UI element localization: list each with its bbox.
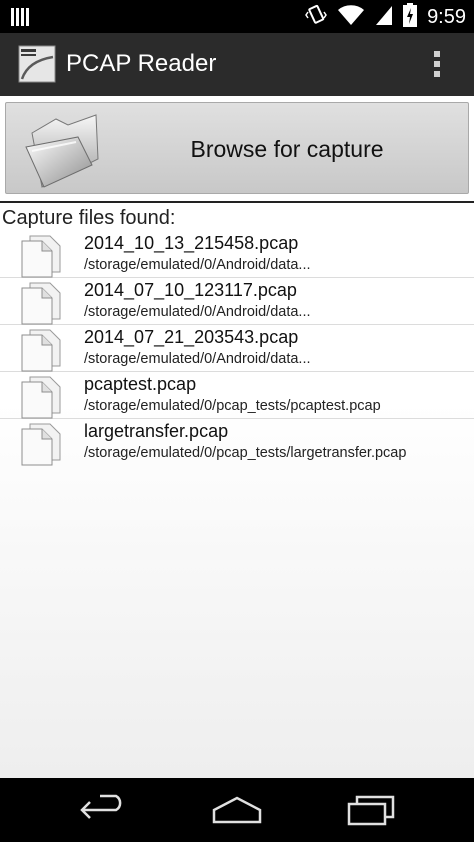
file-path: /storage/emulated/0/pcap_tests/largetran… (84, 445, 407, 461)
navigation-bar (0, 778, 474, 842)
document-icon (18, 328, 66, 372)
folder-icon (18, 113, 102, 189)
file-path: /storage/emulated/0/pcap_tests/pcaptest.… (84, 398, 381, 414)
document-icon (18, 422, 66, 466)
file-list-item[interactable]: 2014_07_21_203543.pcap /storage/emulated… (0, 325, 474, 372)
file-path: /storage/emulated/0/Android/data... (84, 351, 311, 367)
browse-button-label: Browse for capture (190, 136, 384, 162)
vibrate-icon (305, 4, 327, 31)
file-list-item[interactable]: pcaptest.pcap /storage/emulated/0/pcap_t… (0, 372, 474, 419)
main-content: Browse for capture Capture files found: … (0, 96, 474, 778)
document-icon (18, 234, 66, 278)
file-name: 2014_07_10_123117.pcap (84, 280, 297, 300)
status-bar: 9:59 (0, 0, 474, 33)
notification-icon (10, 7, 30, 32)
file-list-item[interactable]: largetransfer.pcap /storage/emulated/0/p… (0, 419, 474, 466)
overflow-menu-icon[interactable] (427, 48, 447, 82)
capture-files-heading: Capture files found: (2, 207, 176, 229)
capture-file-list: 2014_10_13_215458.pcap /storage/emulated… (0, 231, 474, 466)
file-path: /storage/emulated/0/Android/data... (84, 257, 311, 273)
pcap-app-icon (18, 45, 56, 83)
battery-icon (403, 2, 418, 32)
app-title: PCAP Reader (66, 50, 217, 77)
file-list-item[interactable]: 2014_07_10_123117.pcap /storage/emulated… (0, 278, 474, 325)
back-icon[interactable] (76, 792, 132, 828)
signal-icon (375, 4, 393, 31)
file-name: pcaptest.pcap (84, 374, 197, 394)
section-divider (0, 201, 474, 203)
document-icon (18, 375, 66, 419)
file-list-item[interactable]: 2014_10_13_215458.pcap /storage/emulated… (0, 231, 474, 278)
file-name: largetransfer.pcap (84, 421, 229, 441)
wifi-icon (337, 4, 365, 31)
file-name: 2014_07_21_203543.pcap (84, 327, 299, 347)
home-icon[interactable] (209, 792, 265, 828)
document-icon (18, 281, 66, 325)
recent-apps-icon[interactable] (343, 792, 399, 828)
status-time: 9:59 (427, 5, 466, 28)
action-bar: PCAP Reader (0, 33, 474, 96)
browse-for-capture-button[interactable]: Browse for capture (5, 102, 469, 194)
file-path: /storage/emulated/0/Android/data... (84, 304, 311, 320)
file-name: 2014_10_13_215458.pcap (84, 233, 299, 253)
